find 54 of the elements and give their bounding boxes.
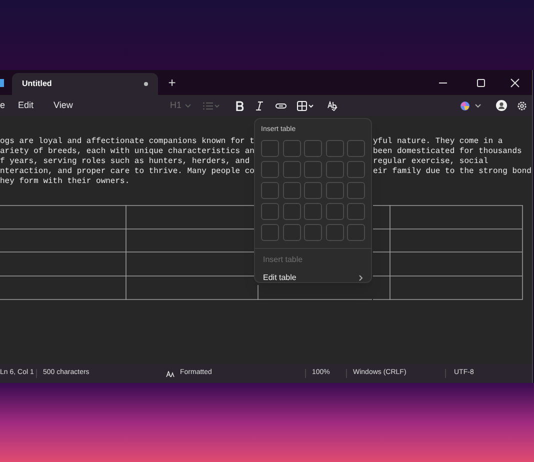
link-icon[interactable]	[274, 100, 287, 110]
grid-cell[interactable]	[261, 160, 279, 178]
grid-cell[interactable]	[347, 202, 366, 220]
grid-cell[interactable]	[261, 182, 279, 198]
grid-cell[interactable]	[347, 140, 366, 156]
grid-cell[interactable]	[282, 224, 301, 240]
grid-cell[interactable]	[326, 202, 344, 220]
tab-title: Untitled	[22, 78, 52, 90]
new-tab-button[interactable]: +	[163, 74, 181, 92]
text-line: yful nature. They come in a	[373, 137, 503, 147]
menu-item[interactable]: Edit table	[255, 268, 371, 286]
text-format-icon	[166, 370, 175, 376]
account-icon[interactable]	[496, 100, 507, 111]
grid-cell[interactable]	[304, 182, 322, 198]
grid-cell[interactable]	[282, 202, 301, 220]
grid-cell[interactable]	[304, 224, 322, 240]
grid-cell[interactable]	[261, 140, 279, 156]
copilot-icon[interactable]	[460, 100, 470, 110]
grid-cell[interactable]	[347, 182, 366, 198]
spellcheck-icon[interactable]	[326, 100, 338, 110]
italic-icon[interactable]	[254, 100, 264, 110]
text-line: regular exercise, social	[373, 157, 488, 167]
grid-cell[interactable]	[304, 140, 322, 156]
grid-cell[interactable]	[326, 140, 344, 156]
grid-cell[interactable]	[326, 182, 344, 198]
text-line: hey form with their owners.	[0, 177, 130, 187]
text-line: eir family due to the strong bond	[373, 167, 532, 177]
text-line: nteraction, and proper care to thrive. Many people co	[0, 167, 254, 177]
text-line: ariety of breeds, each with unique characteristics an	[0, 147, 254, 157]
grid-cell[interactable]	[347, 224, 366, 240]
grid-cell[interactable]	[304, 202, 322, 220]
table-icon[interactable]	[296, 100, 315, 110]
grid-cell[interactable]	[261, 202, 279, 220]
grid-cell[interactable]	[326, 224, 344, 240]
app-icon	[0, 79, 4, 87]
settings-icon[interactable]	[517, 100, 527, 110]
document-tab[interactable]: Untitled	[12, 73, 158, 95]
caret-icon[interactable]	[475, 104, 481, 108]
text-line: ogs are loyal and affectionate companions known for t	[0, 137, 254, 147]
maximize-icon[interactable]	[476, 78, 486, 88]
grid-cell[interactable]	[347, 160, 366, 178]
close-icon[interactable]	[510, 78, 520, 88]
menu-item[interactable]: Edit	[18, 98, 34, 112]
menu-item[interactable]: e	[0, 98, 6, 112]
text-line: been domesticated for thousands	[373, 147, 522, 157]
grid-cell[interactable]	[282, 160, 301, 178]
menu-item[interactable]: View	[54, 98, 73, 112]
grid-cell[interactable]	[282, 182, 301, 198]
grid-cell[interactable]	[326, 160, 344, 178]
bold-icon[interactable]	[234, 100, 244, 110]
grid-cell[interactable]	[282, 140, 301, 156]
grid-cell[interactable]	[304, 160, 322, 178]
text-line: f years, serving roles such as hunters, herders, and	[0, 157, 250, 167]
grid-cell[interactable]	[261, 224, 279, 240]
